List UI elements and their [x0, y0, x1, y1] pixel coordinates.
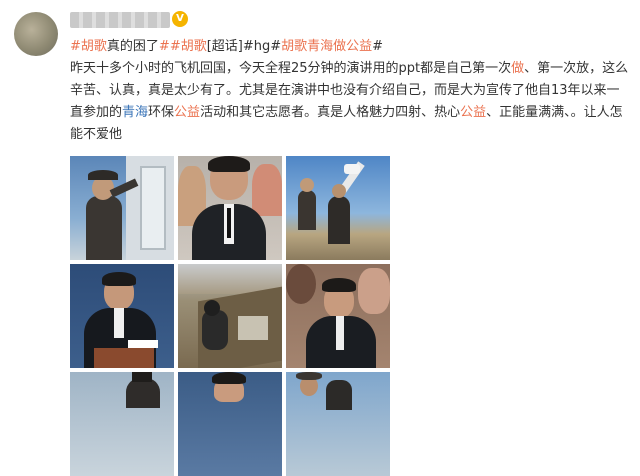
keyword-link[interactable]: 公益	[174, 105, 200, 120]
hashtag-link[interactable]: 胡歌青海做公益	[281, 39, 372, 54]
text-segment: 环保	[148, 105, 175, 120]
photo-thumbnail[interactable]	[286, 264, 390, 368]
hashtag-link[interactable]: ##胡歌	[159, 39, 207, 54]
photo-thumbnail[interactable]	[70, 156, 174, 260]
text-segment: [超话]	[206, 39, 243, 54]
photo-thumbnail[interactable]	[70, 264, 174, 368]
photo-thumbnail[interactable]	[178, 372, 282, 476]
keyword-link[interactable]: 做	[511, 61, 524, 76]
text-segment: 真的困了	[106, 39, 159, 54]
user-avatar[interactable]	[14, 12, 58, 56]
text-segment: #	[372, 39, 384, 54]
keyword-link[interactable]: 公益	[460, 105, 486, 120]
photo-thumbnail[interactable]	[178, 264, 282, 368]
photo-thumbnail[interactable]	[178, 156, 282, 260]
photo-thumbnail[interactable]	[286, 372, 390, 476]
post-tags-line: #胡歌真的困了##胡歌[超话]#hg#胡歌青海做公益#	[70, 36, 632, 58]
post-content: #胡歌真的困了##胡歌[超话]#hg#胡歌青海做公益# 昨天十多个小时的飞机回国…	[70, 36, 632, 146]
photo-thumbnail[interactable]	[70, 372, 174, 476]
photo-grid	[70, 156, 390, 476]
post-body-text: 昨天十多个小时的飞机回国，今天全程25分钟的演讲用的ppt都是自己第一次做、第一…	[70, 58, 632, 146]
text-segment: 昨天十多个小时的飞机回国，今天全程25分钟的演讲用的ppt都是自己第一次	[70, 61, 512, 76]
username-blurred[interactable]	[70, 12, 170, 28]
text-segment: 活动和其它志愿者。真是人格魅力四射、热心	[200, 105, 461, 120]
verified-badge-icon: V	[172, 11, 188, 27]
location-link[interactable]: 青海	[122, 105, 148, 120]
hashtag-link[interactable]: #胡歌	[70, 39, 107, 54]
text-segment: #hg#	[242, 39, 282, 54]
photo-thumbnail[interactable]	[286, 156, 390, 260]
